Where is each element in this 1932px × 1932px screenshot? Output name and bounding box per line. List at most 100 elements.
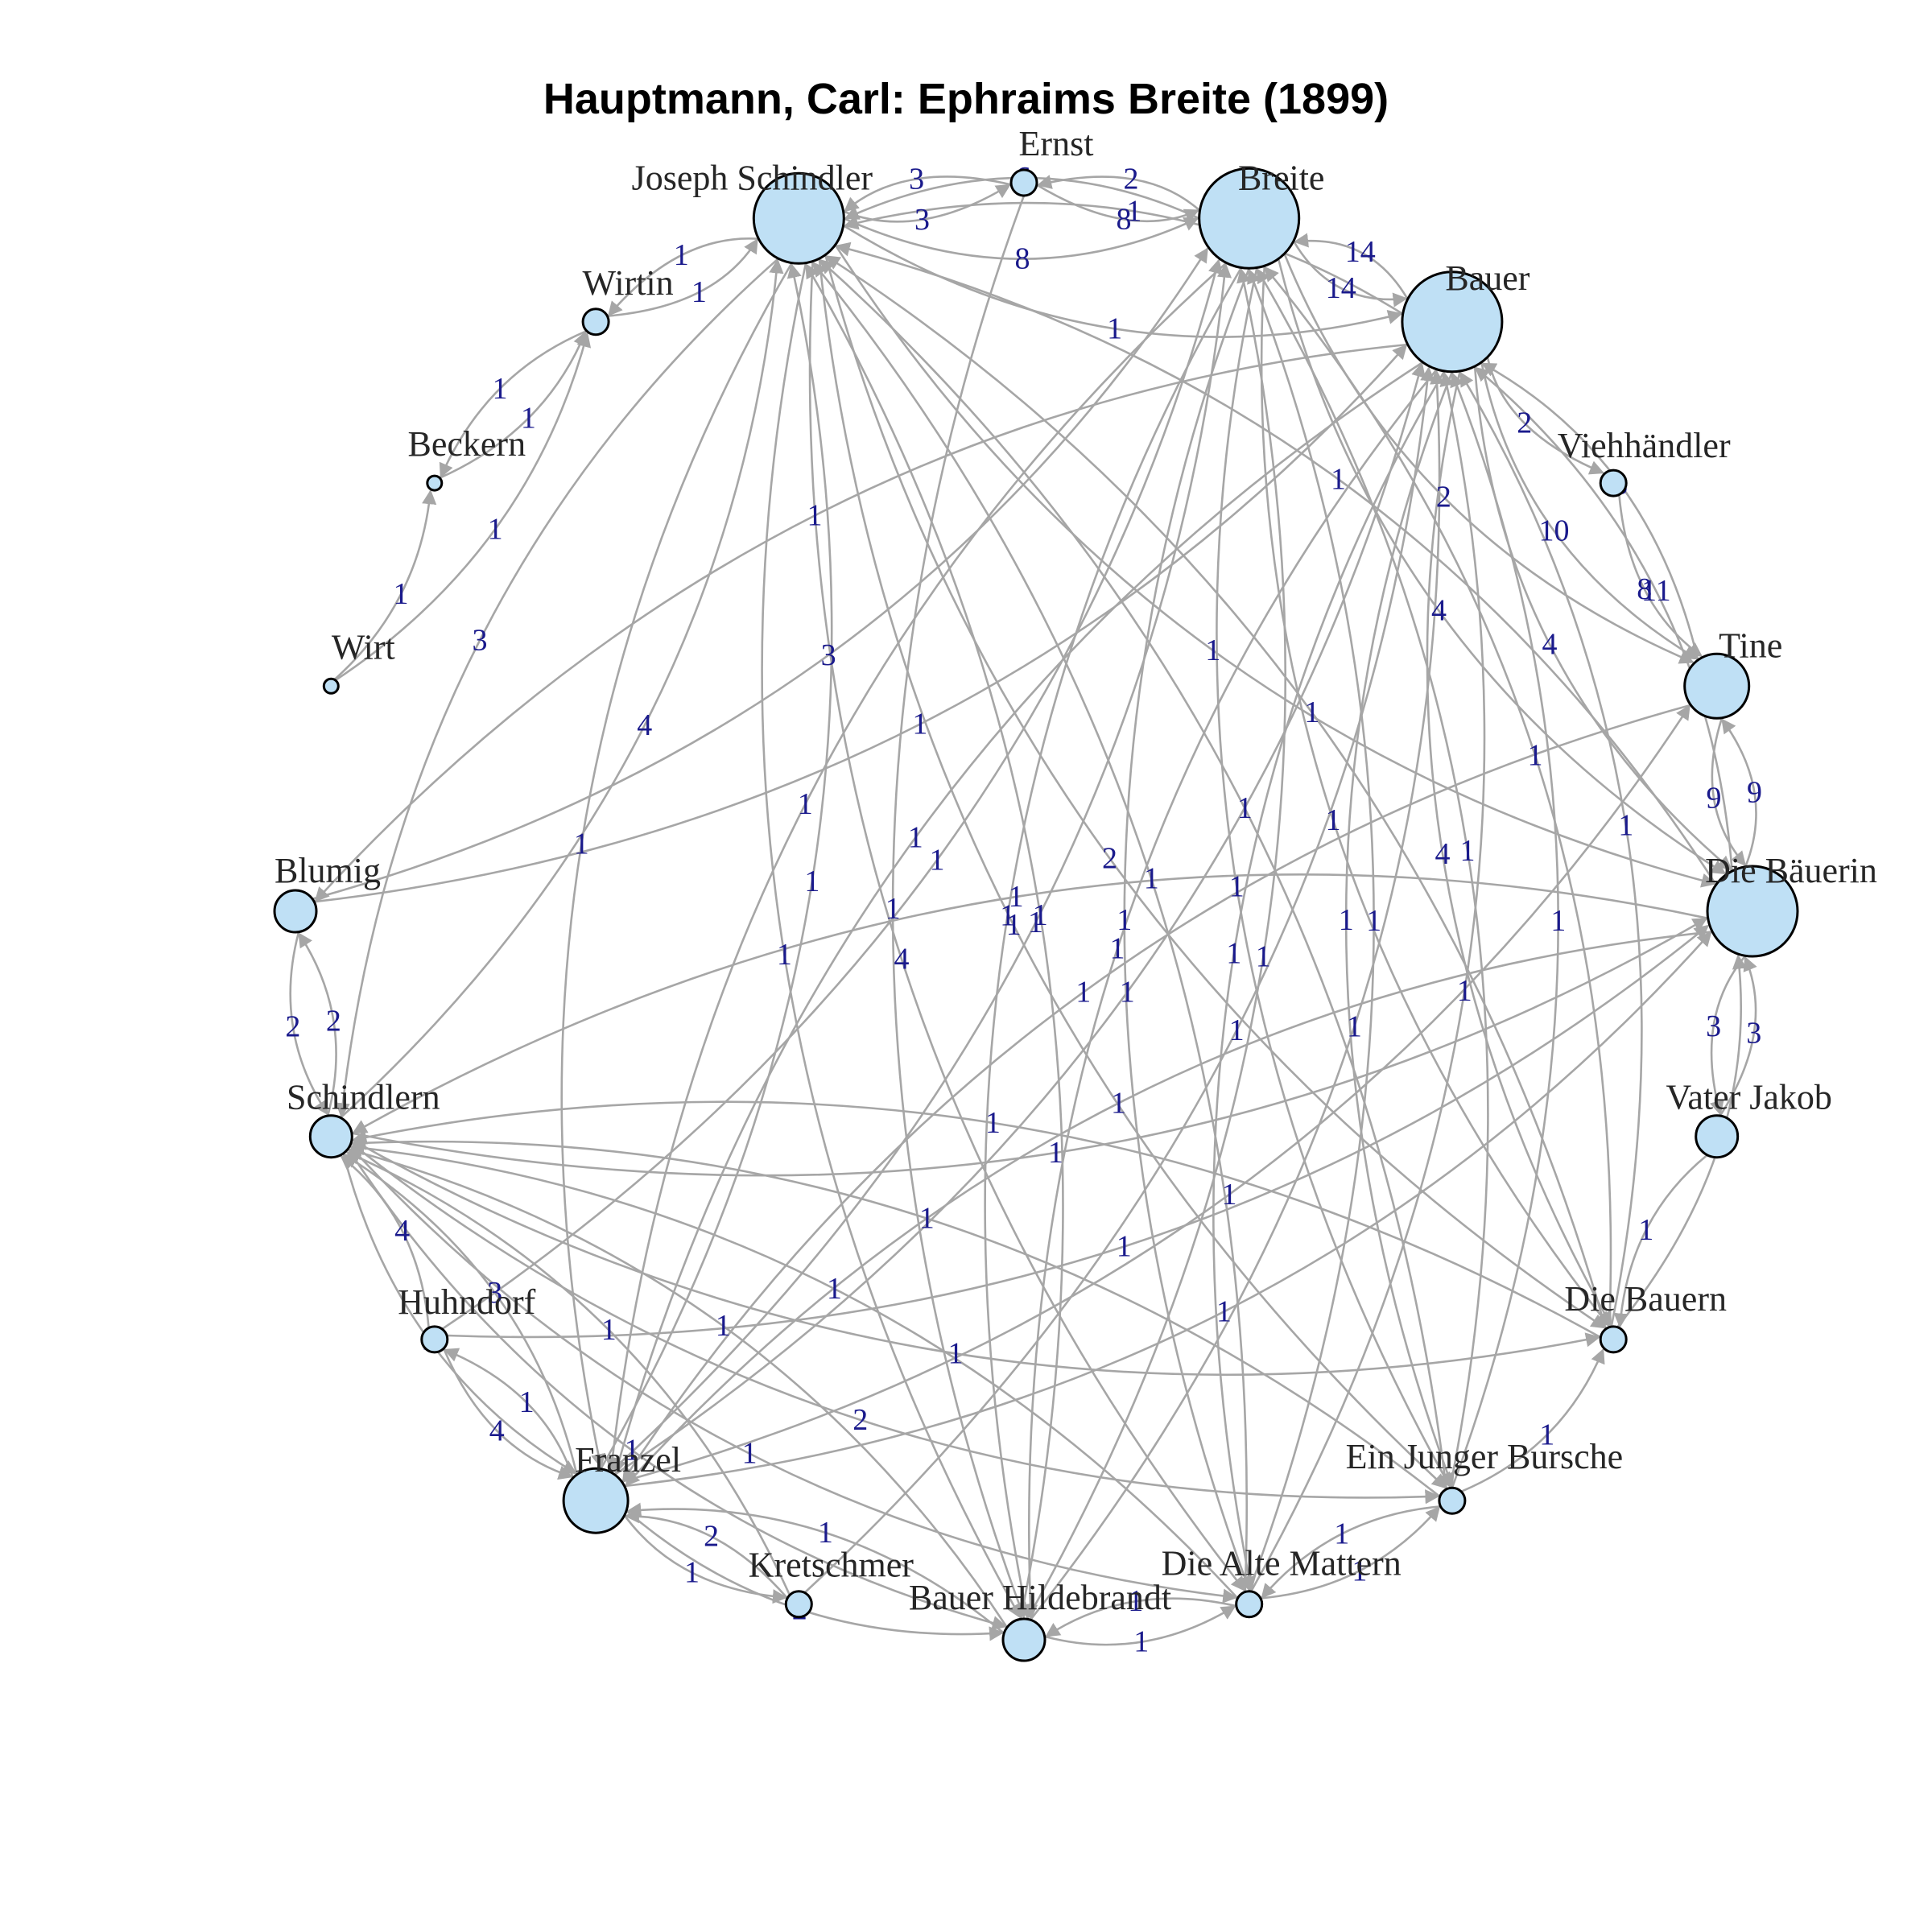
edge-weight-label: 1 (488, 513, 503, 547)
node-label: Beckern (408, 424, 526, 464)
node-label: Tine (1719, 625, 1782, 665)
edge-joseph-schindler-to-schindlern (335, 258, 779, 1118)
edge-blumig-to-breite (312, 247, 1208, 900)
node-label: Joseph Schindler (632, 158, 873, 197)
edge-weight-label: 1 (1304, 696, 1319, 729)
edge-weight-label: 1 (818, 1516, 833, 1550)
node-die-alte-mattern (1235, 1590, 1264, 1619)
edge-weight-label: 2 (852, 1403, 868, 1437)
edge-weight-label: 4 (1435, 837, 1451, 871)
edge-franzel-to-breite (609, 262, 1232, 1473)
node-label: Viehhändler (1558, 426, 1731, 465)
node-schindlern (308, 1114, 353, 1159)
edge-weight-label: 4 (394, 1214, 410, 1248)
edge-weight-label: 1 (777, 938, 792, 972)
edge-weight-label: 11 (1641, 574, 1671, 608)
node-die-bauern (1599, 1325, 1628, 1354)
node-wirt (322, 677, 340, 695)
edge-weight-label: 1 (1638, 1213, 1653, 1247)
node-label: Vater Jakob (1666, 1078, 1832, 1117)
edge-breite-to-die-alte-mattern (1123, 267, 1252, 1591)
edge-weight-label: 3 (914, 203, 930, 237)
edge-weight-label: 1 (1048, 1136, 1063, 1170)
edge-weight-label: 1 (1229, 869, 1245, 903)
edge-bauer-to-tine (1480, 361, 1699, 660)
edge-franzel-to-die-bäuerin (624, 931, 1712, 1488)
edge-weight-label: 9 (1707, 782, 1722, 815)
edge-franzel-to-joseph-schindler (600, 262, 833, 1470)
edge-bauer-to-die-alte-mattern (1212, 370, 1446, 1591)
edge-weight-label: 1 (742, 1437, 758, 1471)
node-viehhändler (1599, 469, 1628, 497)
edge-weight-label: 1 (908, 820, 923, 854)
node-label: Franzel (575, 1440, 681, 1480)
edge-weight-label: 1 (684, 1556, 700, 1590)
edge-weight-label: 1 (1006, 908, 1022, 942)
edge-weight-label: 1 (1205, 634, 1220, 667)
edge-weight-label: 8 (1015, 242, 1030, 276)
node-ernst (1009, 168, 1038, 197)
node-label: Ein Junger Bursche (1346, 1437, 1624, 1476)
edge-weight-label: 2 (1517, 407, 1532, 440)
node-label: Breite (1238, 158, 1325, 197)
edge-weight-label: 4 (1431, 594, 1447, 628)
edge-weight-label: 1 (1107, 312, 1122, 345)
edge-weight-label: 1 (807, 499, 823, 533)
edge-weight-label: 3 (909, 162, 924, 196)
edge-labels-layer: 3382861414112810899411423311111112112143… (285, 161, 1762, 1659)
edge-weight-label: 1 (1331, 462, 1346, 496)
edge-bauer-to-ein-junger-bursche (1344, 371, 1455, 1488)
node-label: Die Bauern (1564, 1279, 1727, 1319)
node-vater-jakob (1695, 1114, 1740, 1159)
edge-weight-label: 1 (716, 1309, 731, 1343)
edge-weight-label: 1 (919, 1202, 935, 1236)
edge-weight-label: 1 (1110, 932, 1125, 966)
node-label: Huhndorf (398, 1282, 535, 1322)
edge-weight-label: 1 (798, 787, 813, 821)
edge-weight-label: 1 (1126, 194, 1141, 228)
edge-weight-label: 2 (326, 1004, 341, 1038)
edge-weight-label: 9 (1747, 776, 1762, 810)
edge-weight-label: 1 (1222, 1178, 1237, 1212)
edge-weight-label: 1 (1550, 904, 1566, 938)
edge-weight-label: 1 (886, 892, 901, 926)
edge-weight-label: 2 (1436, 481, 1451, 514)
edge-bauer-to-die-bauern (1426, 370, 1612, 1327)
edge-weight-label: 1 (1111, 1086, 1126, 1120)
edge-weight-label: 2 (1102, 841, 1117, 875)
node-label: Kretschmer (749, 1546, 914, 1585)
node-wirtin (581, 308, 610, 336)
node-label: Ernst (1019, 124, 1094, 163)
node-label: Bauer Hildebrandt (909, 1578, 1171, 1617)
edge-weight-label: 3 (473, 623, 488, 657)
edge-weight-label: 4 (489, 1414, 505, 1448)
edge-weight-label: 1 (394, 577, 409, 611)
node-beckern (426, 474, 444, 492)
node-labels-layer: Ernst Breite Bauer Viehhändler Tine Die Bäuer… (275, 124, 1877, 1617)
edge-weight-label: 1 (1326, 803, 1341, 837)
edge-schindlern-to-die-alte-mattern (349, 1145, 1238, 1604)
edge-weight-label: 2 (285, 1009, 300, 1043)
edge-tine-to-bauer (1481, 362, 1699, 661)
network-graph: 3382861414112810899411423311111112112143… (273, 124, 1877, 1662)
edge-weight-label: 1 (601, 1313, 617, 1347)
edge-weight-label: 1 (948, 1337, 964, 1371)
node-label: Wirtin (583, 263, 674, 303)
edge-breite-to-franzel (605, 262, 1228, 1472)
edge-weight-label: 1 (1457, 974, 1472, 1008)
edge-weight-label: 14 (1326, 271, 1356, 305)
node-bauer-hildebrandt (1001, 1617, 1046, 1662)
edge-weight-label: 4 (894, 942, 910, 976)
edge-weight-label: 1 (691, 275, 707, 309)
edge-weight-label: 1 (1120, 976, 1135, 1009)
edge-weight-label: 1 (1618, 809, 1633, 843)
edge-weight-label: 1 (1366, 904, 1381, 938)
edge-weight-label: 1 (912, 708, 927, 741)
edge-weight-label: 3 (821, 638, 836, 672)
edge-weight-label: 2 (704, 1520, 719, 1554)
node-label: Die Bäuerin (1705, 851, 1877, 890)
edge-weight-label: 1 (985, 1106, 1001, 1140)
edge-weight-label: 4 (637, 708, 652, 742)
node-blumig (273, 889, 318, 934)
edge-weight-label: 1 (1528, 738, 1543, 772)
